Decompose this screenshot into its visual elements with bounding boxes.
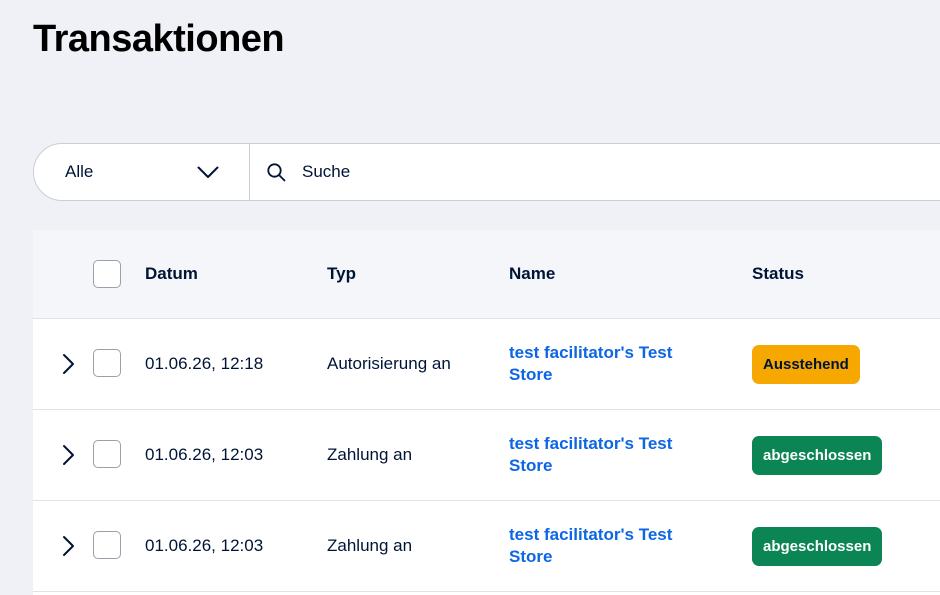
chevron-down-icon bbox=[197, 166, 219, 178]
page-title: Transaktionen bbox=[33, 18, 285, 60]
column-header-status[interactable]: Status bbox=[752, 264, 804, 284]
column-header-date[interactable]: Datum bbox=[145, 264, 198, 284]
row-checkbox[interactable] bbox=[93, 440, 121, 468]
row-type: Autorisierung an bbox=[327, 354, 451, 373]
row-date: 01.06.26, 12:03 bbox=[145, 445, 264, 464]
row-checkbox[interactable] bbox=[93, 531, 121, 559]
search-icon bbox=[267, 163, 286, 182]
chevron-right-icon[interactable] bbox=[59, 444, 77, 466]
table-header: Datum Typ Name Status bbox=[33, 230, 940, 319]
row-checkbox[interactable] bbox=[93, 349, 121, 377]
status-badge: Ausstehend bbox=[752, 345, 860, 384]
search-box bbox=[250, 144, 940, 200]
chevron-right-icon[interactable] bbox=[59, 353, 77, 375]
transactions-table: Datum Typ Name Status 01.06.26, 12:18 Au… bbox=[33, 230, 940, 595]
select-all-checkbox[interactable] bbox=[93, 260, 121, 288]
row-name-link[interactable]: test facilitator's Test Store bbox=[509, 433, 709, 477]
row-name-link[interactable]: test facilitator's Test Store bbox=[509, 524, 709, 568]
table-row[interactable]: 01.06.26, 12:18 Autorisierung an test fa… bbox=[33, 319, 940, 410]
type-filter-value: Alle bbox=[65, 162, 94, 181]
row-type: Zahlung an bbox=[327, 536, 413, 555]
table-row[interactable]: 01.06.26, 12:03 Zahlung an test facilita… bbox=[33, 410, 940, 501]
filter-bar: Alle bbox=[33, 143, 940, 201]
type-filter-dropdown[interactable]: Alle bbox=[34, 144, 250, 200]
row-name-link[interactable]: test facilitator's Test Store bbox=[509, 342, 709, 386]
search-input[interactable] bbox=[300, 161, 704, 183]
row-date: 01.06.26, 12:18 bbox=[145, 354, 264, 373]
status-badge: abgeschlossen bbox=[752, 436, 883, 475]
row-type: Zahlung an bbox=[327, 445, 413, 464]
column-header-type[interactable]: Typ bbox=[327, 264, 356, 284]
row-date: 01.06.26, 12:03 bbox=[145, 536, 264, 555]
status-badge: abgeschlossen bbox=[752, 527, 883, 566]
table-row[interactable]: 01.06.26, 12:03 Zahlung an test facilita… bbox=[33, 501, 940, 592]
chevron-right-icon[interactable] bbox=[59, 535, 77, 557]
column-header-name[interactable]: Name bbox=[509, 264, 555, 284]
